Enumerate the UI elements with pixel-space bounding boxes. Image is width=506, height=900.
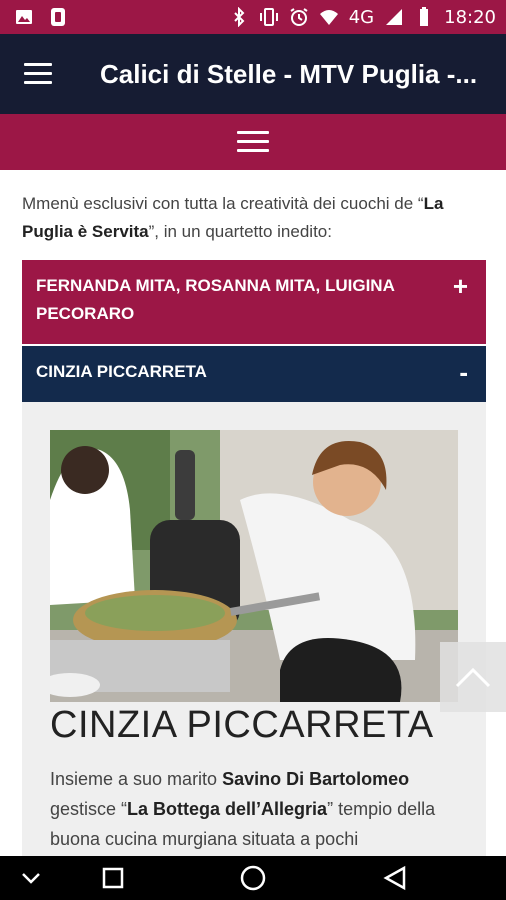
home-button[interactable]: [238, 864, 268, 892]
intro-text: Mmenù esclusivi con tutta la creatività …: [22, 194, 444, 241]
chevron-down-icon: [22, 873, 40, 884]
accordion-label: CINZIA PICCARRETA: [36, 362, 207, 381]
accordion-item-mita-pecoraro[interactable]: FERNANDA MITA, ROSANNA MITA, LUIGINA PEC…: [22, 260, 486, 344]
bluetooth-icon: [234, 7, 245, 27]
circle-icon: [240, 865, 266, 891]
drawer-menu-icon[interactable]: [24, 63, 58, 85]
status-bar: 4G 18:20: [0, 0, 506, 34]
sim-card-icon: [51, 8, 65, 26]
vibrate-icon: [259, 8, 278, 26]
site-menu-bar: [0, 114, 506, 170]
collapse-icon: -: [459, 357, 468, 387]
wifi-icon: [319, 10, 338, 25]
scroll-to-top-button[interactable]: [440, 642, 506, 712]
expand-icon: +: [452, 271, 468, 301]
status-time: 18:20: [444, 6, 496, 28]
image-icon: [16, 10, 32, 24]
triangle-back-icon: [383, 865, 406, 891]
site-menu-icon[interactable]: [237, 131, 269, 153]
chef-description: Insieme a suo marito Savino Di Bartolome…: [50, 769, 436, 849]
chevron-up-icon: [455, 667, 491, 688]
signal-icon: [386, 9, 403, 25]
app-title: Calici di Stelle - MTV Puglia -...: [100, 58, 478, 89]
square-icon: [102, 867, 124, 889]
accordion-item-piccarreta[interactable]: CINZIA PICCARRETA -: [22, 346, 486, 402]
recents-button[interactable]: [98, 864, 128, 892]
system-nav-bar: [0, 856, 506, 900]
alarm-icon: [290, 8, 308, 26]
hide-keyboard-button[interactable]: [16, 864, 46, 892]
app-bar: Calici di Stelle - MTV Puglia -...: [0, 34, 506, 114]
back-button[interactable]: [380, 864, 410, 892]
page-content: Mmenù esclusivi con tutta la creatività …: [0, 170, 506, 856]
chef-name-heading: CINZIA PICCARRETA: [50, 704, 434, 746]
chef-photo: [50, 430, 458, 702]
battery-icon: [420, 7, 429, 26]
accordion-panel: CINZIA PICCARRETA Insieme a suo marito S…: [22, 402, 486, 856]
accordion-label: FERNANDA MITA, ROSANNA MITA, LUIGINA PEC…: [36, 276, 395, 323]
network-type: 4G: [348, 6, 375, 28]
